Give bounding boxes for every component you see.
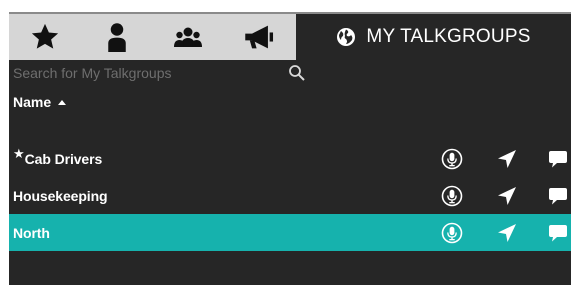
list-item-north[interactable]: North xyxy=(9,214,571,251)
search-bar xyxy=(9,60,571,88)
icon-tab-strip xyxy=(9,14,296,60)
location-arrow-icon[interactable] xyxy=(496,222,518,244)
search-icon[interactable] xyxy=(288,64,306,82)
group-icon xyxy=(174,27,203,47)
sort-up-icon xyxy=(58,100,67,105)
message-icon[interactable] xyxy=(547,222,569,244)
microphone-icon[interactable] xyxy=(441,185,463,207)
name-column-label: Name xyxy=(13,94,52,110)
name-column-header[interactable]: Name xyxy=(9,88,571,116)
talkgroup-name: Cab Drivers xyxy=(24,150,103,167)
list-item-housekeeping[interactable]: Housekeeping xyxy=(9,177,571,214)
location-arrow-icon[interactable] xyxy=(496,148,518,170)
favorite-star-icon: ★ xyxy=(13,146,25,161)
globe-icon xyxy=(337,28,356,46)
microphone-icon[interactable] xyxy=(441,148,463,170)
star-icon xyxy=(31,23,58,49)
tab-favorites[interactable] xyxy=(9,14,81,60)
row-actions xyxy=(441,214,571,251)
tab-bar: MY TALKGROUPS xyxy=(9,14,571,60)
message-icon[interactable] xyxy=(547,148,569,170)
talkgroups-panel: MY TALKGROUPS Name ★ Cab Drivers xyxy=(9,14,571,285)
search-input[interactable] xyxy=(13,62,283,84)
tab-my-talkgroups-label: MY TALKGROUPS xyxy=(366,26,531,47)
tab-my-talkgroups[interactable]: MY TALKGROUPS xyxy=(296,14,571,60)
row-actions xyxy=(441,140,571,177)
tab-groups[interactable] xyxy=(153,14,225,60)
talkgroup-name: Housekeeping xyxy=(13,187,108,204)
tab-broadcast[interactable] xyxy=(224,14,296,60)
microphone-icon[interactable] xyxy=(441,222,463,244)
talkgroup-name: North xyxy=(13,224,50,241)
message-icon[interactable] xyxy=(547,185,569,207)
megaphone-icon xyxy=(245,25,274,49)
user-icon xyxy=(107,23,126,52)
row-actions xyxy=(441,177,571,214)
tab-contacts[interactable] xyxy=(81,14,153,60)
location-arrow-icon[interactable] xyxy=(496,185,518,207)
list-item-cab-drivers[interactable]: ★ Cab Drivers xyxy=(9,140,571,177)
